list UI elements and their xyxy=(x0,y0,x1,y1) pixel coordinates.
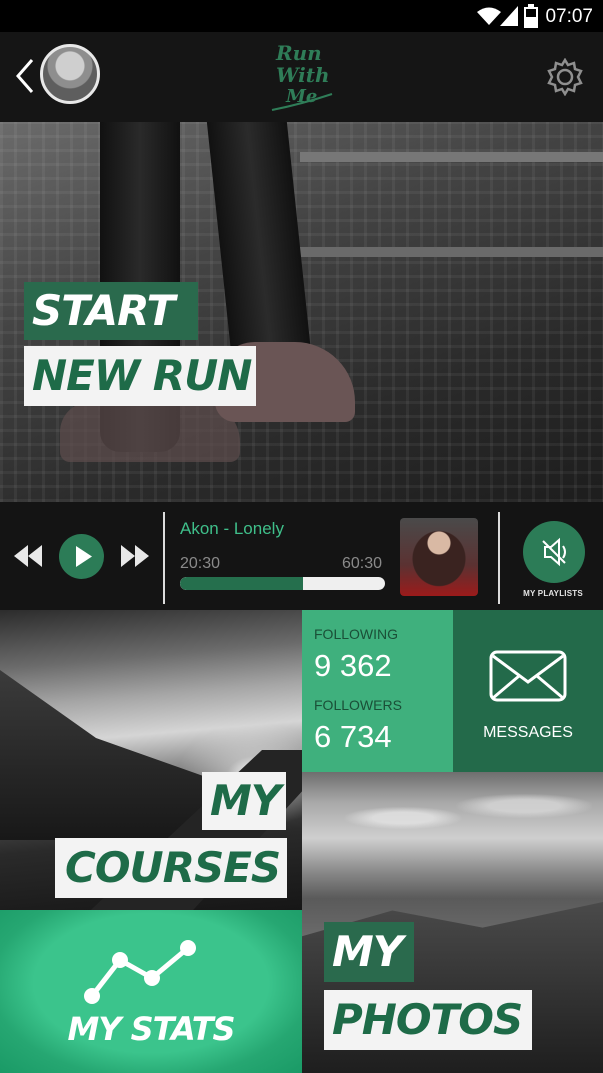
line-chart-icon xyxy=(84,940,196,1004)
app-bar: Run With Me xyxy=(0,32,603,122)
back-icon[interactable] xyxy=(14,56,36,96)
my-stats-tile[interactable]: MY STATS xyxy=(0,910,302,1073)
envelope-icon xyxy=(489,650,567,702)
my-photos-tile[interactable]: MY PHOTOS xyxy=(302,772,603,1073)
progress-bar[interactable] xyxy=(180,577,385,590)
my-stats-label: MY STATS xyxy=(67,1010,235,1048)
photos-line-1: MY xyxy=(324,922,414,982)
courses-line-1: MY xyxy=(202,772,286,830)
messages-label: MESSAGES xyxy=(483,724,573,741)
total-time: 60:30 xyxy=(342,555,383,572)
following-value: 9 362 xyxy=(314,648,392,683)
fast-forward-icon[interactable] xyxy=(121,545,149,567)
avatar[interactable] xyxy=(40,44,100,104)
app-logo: Run With Me xyxy=(271,41,333,111)
courses-line-2: COURSES xyxy=(55,838,287,898)
logo-line-2: With xyxy=(276,63,330,87)
playlists-button[interactable] xyxy=(523,521,585,583)
my-courses-tile[interactable]: MY COURSES xyxy=(0,610,302,910)
playlists-label: MY PLAYLISTS xyxy=(523,589,583,598)
status-bar: 07:07 xyxy=(0,0,603,32)
start-run-line-1: START xyxy=(24,282,198,340)
wifi-icon xyxy=(477,7,501,25)
logo-line-1: Run xyxy=(275,41,322,65)
photos-line-2: PHOTOS xyxy=(324,990,532,1050)
divider xyxy=(163,512,165,604)
followers-value: 6 734 xyxy=(314,719,392,754)
following-label: FOLLOWING xyxy=(314,626,399,642)
gear-icon[interactable] xyxy=(546,58,584,96)
signal-icon xyxy=(500,6,518,26)
hero-image xyxy=(300,152,603,162)
album-art[interactable] xyxy=(400,518,478,596)
status-time: 07:07 xyxy=(545,6,593,27)
battery-icon xyxy=(524,4,538,28)
track-title: Akon - Lonely xyxy=(180,519,284,538)
rewind-icon[interactable] xyxy=(14,545,42,567)
elapsed-time: 20:30 xyxy=(180,555,221,572)
play-button[interactable] xyxy=(59,534,104,579)
music-player: Akon - Lonely 20:30 60:30 MY PLAYLISTS xyxy=(0,502,603,610)
divider xyxy=(498,512,500,604)
messages-tile[interactable]: MESSAGES xyxy=(453,610,603,772)
play-icon xyxy=(76,546,92,567)
social-stats[interactable]: FOLLOWING 9 362 FOLLOWERS 6 734 xyxy=(302,610,453,772)
start-run-line-2: NEW RUN xyxy=(24,346,256,406)
followers-label: FOLLOWERS xyxy=(314,697,402,713)
music-icon xyxy=(542,537,566,567)
progress-fill xyxy=(180,577,303,590)
start-run-banner[interactable]: START NEW RUN xyxy=(0,122,603,502)
